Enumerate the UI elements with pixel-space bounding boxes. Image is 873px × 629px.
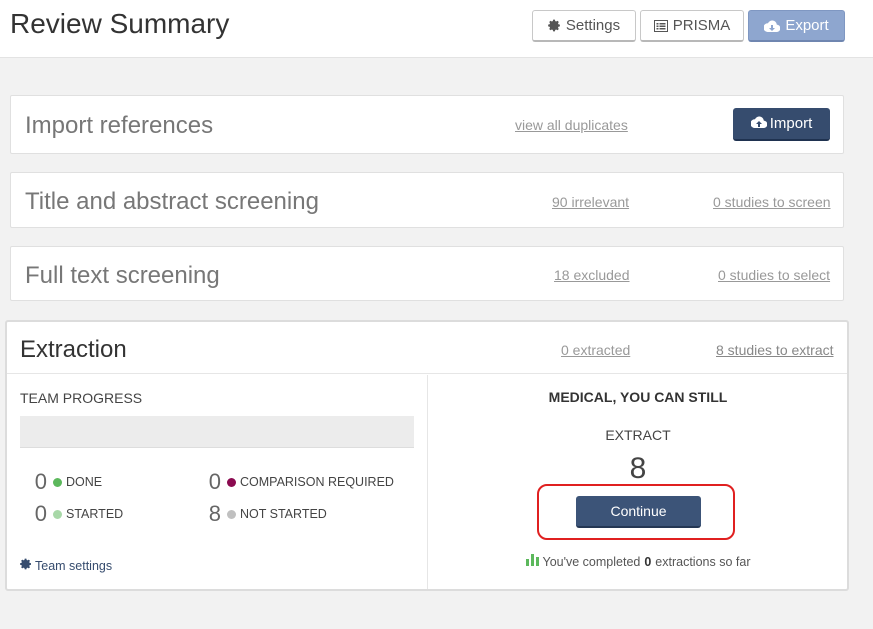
studies-to-extract-link[interactable]: 8 studies to extract [716, 342, 834, 358]
stat-not-started-dot [227, 509, 236, 519]
export-button-label: Export [785, 17, 829, 34]
completed-extractions-note: You've completed 0 extractions so far [428, 554, 848, 569]
stat-not-started-count: 8 [208, 501, 221, 526]
full-text-screening-title: Full text screening [25, 262, 220, 289]
extract-prompt-line2: EXTRACT [605, 427, 671, 443]
cloud-download-icon [764, 20, 781, 32]
cloud-upload-icon [750, 115, 768, 132]
completed-suffix: extractions so far [655, 554, 751, 569]
stat-started: 0 STARTED [27, 501, 123, 527]
page-title: Review Summary [10, 8, 230, 39]
title-abstract-screening-panel: Title and abstract screening 90 irreleva… [10, 172, 844, 228]
stat-not-started: 8 NOT STARTED [201, 501, 327, 527]
gear-icon [548, 19, 561, 32]
list-alt-icon [653, 19, 668, 32]
page-header: Review Summary Settings PRISMA Export [0, 0, 873, 58]
extraction-title: Extraction [20, 336, 127, 363]
continue-button[interactable]: Continue [576, 496, 701, 528]
stat-started-dot [53, 509, 62, 519]
extract-prompt-line1: MEDICAL, YOU CAN STILL [548, 389, 728, 405]
stat-not-started-label: NOT STARTED [240, 507, 327, 521]
gear-icon [20, 558, 32, 573]
team-settings-label: Team settings [35, 558, 113, 573]
title-abstract-screening-title: Title and abstract screening [25, 188, 319, 215]
import-references-panel: Import references view all duplicates Im… [10, 95, 844, 154]
export-button[interactable]: Export [748, 10, 845, 42]
completed-count: 0 [644, 554, 652, 569]
stat-done: 0 DONE [27, 469, 102, 495]
import-button-label: Import [769, 115, 813, 132]
settings-button[interactable]: Settings [532, 10, 636, 42]
completed-prefix: You've completed [542, 554, 641, 569]
bar-chart-icon [525, 554, 539, 569]
stat-comparison-required-dot [227, 477, 236, 487]
stat-done-label: DONE [66, 475, 103, 489]
irrelevant-link[interactable]: 90 irrelevant [552, 194, 629, 210]
prisma-button[interactable]: PRISMA [640, 10, 744, 42]
stat-started-count: 0 [34, 501, 47, 526]
import-button[interactable]: Import [733, 108, 830, 141]
stat-done-dot [53, 477, 62, 487]
studies-to-screen-link[interactable]: 0 studies to screen [713, 194, 831, 210]
team-progress-bar [20, 416, 414, 448]
full-text-screening-panel: Full text screening 18 excluded 0 studie… [10, 246, 844, 301]
team-progress-label: TEAM PROGRESS [20, 390, 143, 406]
stat-comparison-required-label: COMPARISON REQUIRED [240, 475, 394, 489]
stat-comparison-required-count: 0 [208, 469, 221, 494]
stat-started-label: STARTED [66, 507, 124, 521]
import-references-title: Import references [25, 112, 214, 139]
studies-to-select-link[interactable]: 0 studies to select [718, 267, 830, 283]
extract-remaining-count: 8 [629, 452, 647, 485]
prisma-button-label: PRISMA [672, 17, 731, 34]
settings-button-label: Settings [565, 17, 621, 34]
team-settings-link[interactable]: Team settings [20, 558, 112, 573]
stat-done-count: 0 [34, 469, 47, 494]
extraction-panel: Extraction 0 extracted 8 studies to extr… [5, 320, 849, 591]
stat-comparison-required: 0 COMPARISON REQUIRED [201, 469, 394, 495]
extracted-link[interactable]: 0 extracted [561, 342, 630, 358]
view-all-duplicates-link[interactable]: view all duplicates [515, 117, 628, 133]
extraction-header: Extraction 0 extracted 8 studies to extr… [7, 322, 847, 374]
excluded-link[interactable]: 18 excluded [554, 267, 630, 283]
